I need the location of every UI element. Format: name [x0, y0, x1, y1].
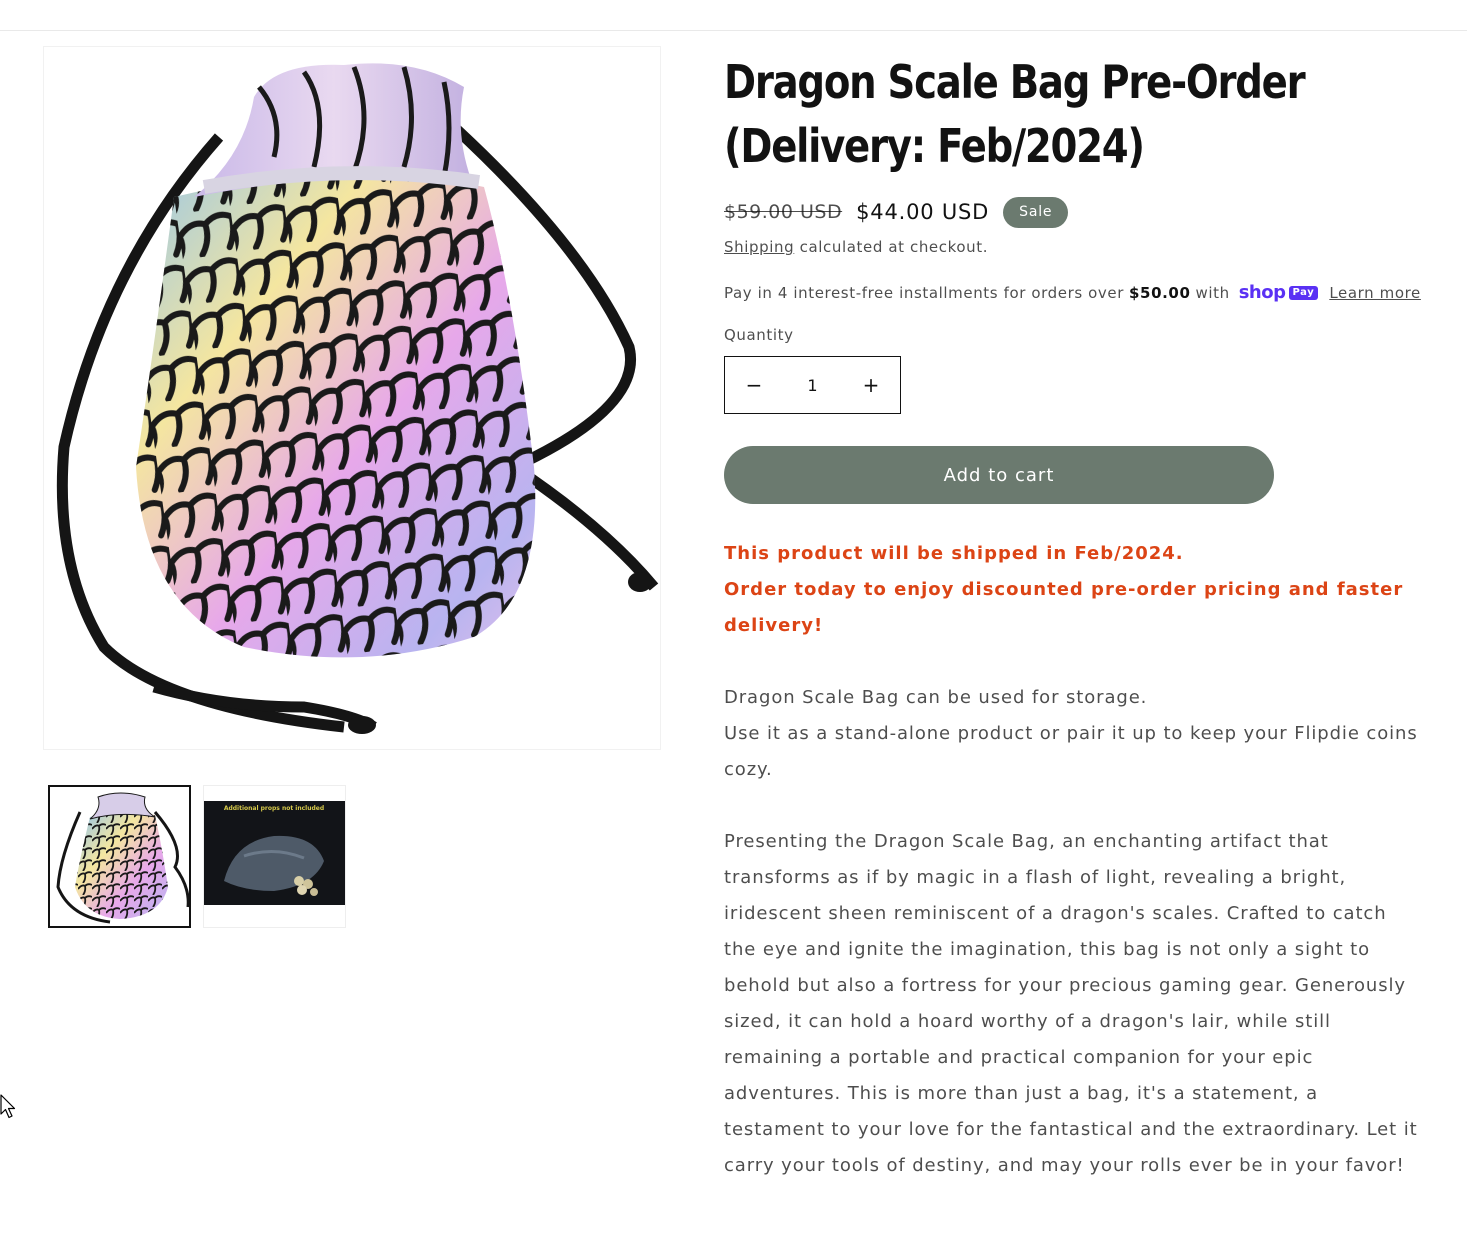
shipping-text: calculated at checkout.	[794, 238, 989, 256]
preorder-notice: This product will be shipped in Feb/2024…	[724, 536, 1404, 644]
sale-badge: Sale	[1003, 196, 1069, 228]
price-row: $59.00 USD $44.00 USD Sale	[724, 195, 1069, 229]
quantity-stepper: − +	[724, 356, 901, 414]
quantity-input[interactable]	[787, 375, 838, 395]
shipping-link[interactable]: Shipping	[724, 238, 794, 256]
preorder-notice-line2: Order today to enjoy discounted pre-orde…	[724, 579, 1404, 636]
regular-price: $59.00 USD	[724, 201, 843, 223]
mouse-cursor-icon	[0, 1094, 16, 1119]
header-divider	[0, 30, 1467, 31]
product-main-image[interactable]	[43, 46, 661, 750]
increase-quantity-button[interactable]: +	[842, 357, 900, 413]
shop-pay-logo: shop Pay	[1239, 282, 1319, 303]
product-info: Dragon Scale Bag Pre-Order (Delivery: Fe…	[724, 50, 1424, 1176]
quantity-label: Quantity	[724, 326, 794, 344]
shipping-note: Shipping calculated at checkout.	[724, 238, 988, 256]
shop-pay-word: shop	[1238, 282, 1286, 303]
description-p2: Presenting the Dragon Scale Bag, an ench…	[724, 831, 1418, 1176]
installments-with: with	[1195, 283, 1230, 302]
sale-price: $44.00 USD	[856, 200, 990, 224]
decrease-quantity-button[interactable]: −	[725, 357, 783, 413]
shop-pay-box: Pay	[1288, 285, 1319, 300]
preorder-notice-line1: This product will be shipped in Feb/2024…	[724, 543, 1184, 564]
thumbnail-2[interactable]: Additional props not included	[203, 785, 346, 928]
description-p1-line1: Dragon Scale Bag can be used for storage…	[724, 687, 1148, 708]
shop-pay-installments: Pay in 4 interest-free installments for …	[724, 282, 1421, 303]
learn-more-link[interactable]: Learn more	[1329, 284, 1421, 302]
installments-text: Pay in 4 interest-free installments for …	[724, 283, 1124, 302]
thumbnail-2-caption: Additional props not included	[224, 805, 324, 812]
thumbnail-1[interactable]	[48, 785, 191, 928]
product-title: Dragon Scale Bag Pre-Order (Delivery: Fe…	[724, 55, 1306, 173]
description-p1-line2: Use it as a stand-alone product or pair …	[724, 723, 1418, 780]
product-description: Dragon Scale Bag can be used for storage…	[724, 680, 1424, 1184]
installments-threshold: $50.00	[1129, 283, 1191, 302]
add-to-cart-button[interactable]: Add to cart	[724, 446, 1274, 504]
